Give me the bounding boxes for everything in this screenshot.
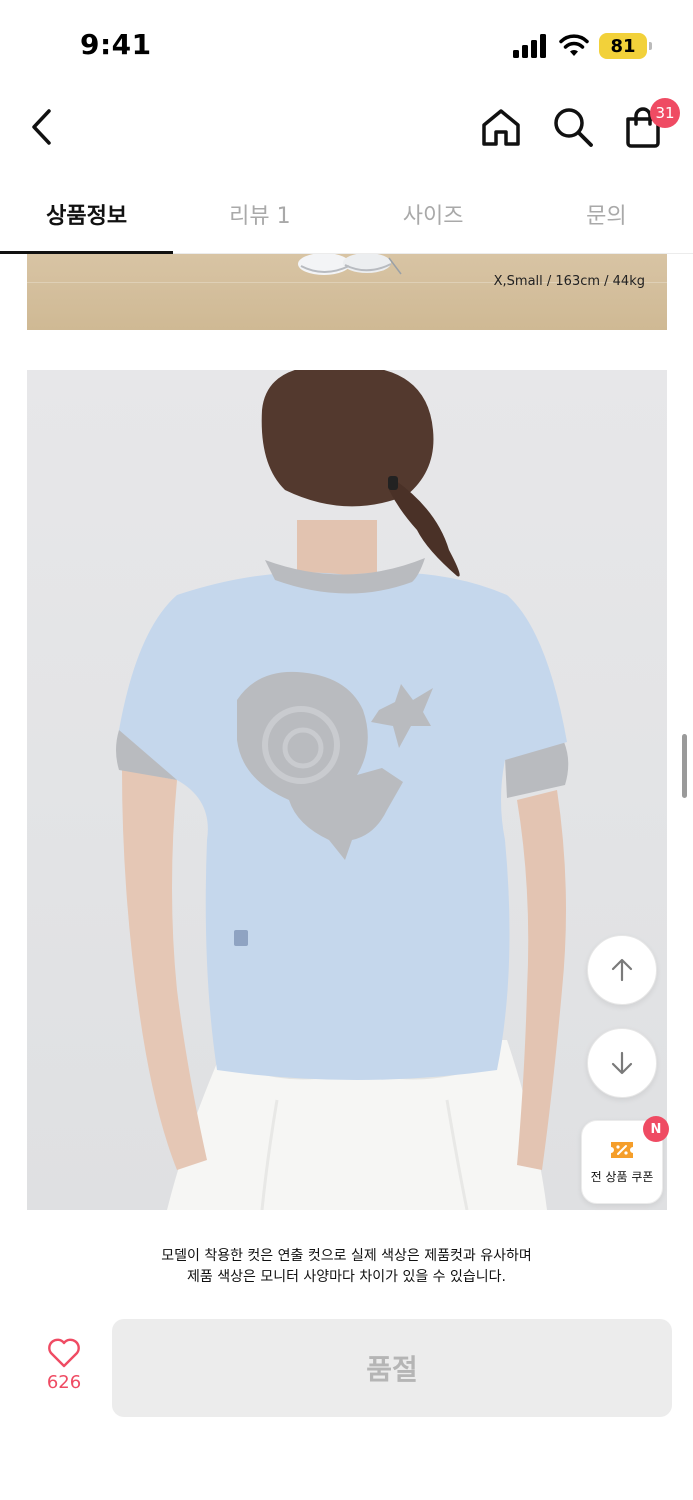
cart-count-badge: 31 [650, 98, 680, 128]
notice-line-2: 제품 색상은 모니터 사양마다 차이가 있을 수 있습니다. [187, 1269, 506, 1285]
scroll-top-button[interactable] [587, 935, 657, 1005]
battery-level: 81 [610, 35, 636, 57]
battery-icon: 81 [599, 33, 652, 59]
new-badge: N [643, 1116, 669, 1142]
tab-inquiry[interactable]: 문의 [520, 180, 693, 253]
model-back-tshirt-image [116, 370, 569, 1210]
arrow-down-icon [611, 1051, 633, 1075]
model-shoes-image [298, 254, 402, 275]
notice-line-1: 모델이 착용한 컷은 연출 컷으로 실제 색상은 제품컷과 유사하며 [161, 1248, 532, 1264]
tab-size[interactable]: 사이즈 [347, 180, 520, 253]
color-notice: 모델이 착용한 컷은 연출 컷으로 실제 색상은 제품컷과 유사하며 제품 색상… [0, 1246, 693, 1288]
like-button[interactable]: 626 [30, 1338, 98, 1408]
scroll-bottom-button[interactable] [587, 1028, 657, 1098]
status-time: 9:41 [80, 28, 152, 61]
product-photo-back-view [27, 370, 667, 1210]
tab-reviews[interactable]: 리뷰 1 [173, 180, 346, 253]
product-photo-partial: X,Small / 163cm / 44kg [27, 254, 667, 330]
signal-icon [513, 34, 546, 58]
coupon-ticket-icon [611, 1141, 633, 1158]
back-button[interactable] [22, 102, 62, 152]
search-icon [554, 108, 593, 147]
like-count: 626 [46, 1372, 82, 1393]
search-button[interactable] [550, 102, 596, 152]
soldout-button[interactable]: 품절 [112, 1319, 672, 1417]
scrollbar-indicator[interactable] [682, 734, 687, 798]
heart-icon [48, 1338, 80, 1368]
home-icon [482, 109, 520, 146]
home-button[interactable] [478, 102, 524, 152]
tab-product-info[interactable]: 상품정보 [0, 180, 174, 254]
coupon-label: 전 상품 쿠폰 [590, 1169, 654, 1184]
status-icons: 81 [513, 32, 652, 60]
app-header [0, 92, 693, 162]
arrow-up-icon [611, 958, 633, 982]
status-bar: 9:41 81 [0, 0, 693, 92]
back-arrow-icon [32, 109, 51, 145]
wifi-icon [559, 34, 589, 56]
tab-bar: 상품정보 리뷰 1 사이즈 문의 [0, 180, 693, 254]
model-size-caption: X,Small / 163cm / 44kg [493, 274, 645, 289]
